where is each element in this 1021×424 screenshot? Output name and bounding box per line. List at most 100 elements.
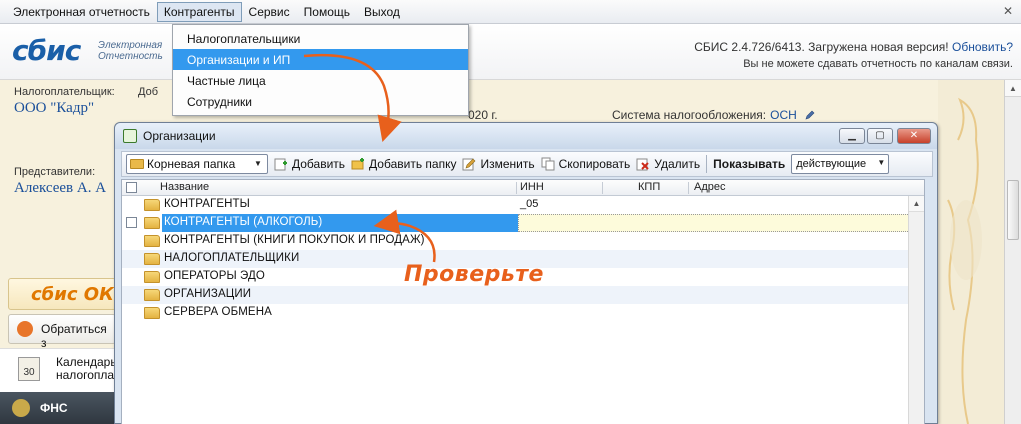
window-title: Организации xyxy=(143,129,216,143)
update-link[interactable]: Обновить? xyxy=(952,40,1013,54)
add-label: Добавить xyxy=(292,157,346,171)
menu-item-organizations[interactable]: Организации и ИП xyxy=(173,49,468,70)
folder-icon xyxy=(144,307,160,319)
row-name: КОНТРАГЕНТЫ (КНИГИ ПОКУПОК И ПРОДАЖ) xyxy=(164,234,425,246)
logo-subtitle-line2: Отчетность xyxy=(98,51,163,62)
header-banner: сбис Электронная Отчетность СБИС 2.4.726… xyxy=(0,24,1021,80)
row-name: НАЛОГОПЛАТЕЛЬЩИКИ xyxy=(164,252,300,264)
folder-icon xyxy=(144,235,160,247)
main-scrollbar[interactable]: ▲ xyxy=(1004,80,1021,424)
row-focus-cell xyxy=(518,214,922,232)
window-toolbar: Корневая папка ▼ Добавить Добавить папку… xyxy=(121,151,933,177)
column-divider[interactable] xyxy=(602,182,603,194)
calendar-label-line1: Календарь xyxy=(56,355,117,369)
column-address[interactable]: Адрес xyxy=(694,181,726,193)
taxpayer-label: Налогоплательщик: xyxy=(14,86,115,98)
menu-electronic-reporting[interactable]: Электронная отчетность xyxy=(6,2,157,22)
add-button[interactable]: Добавить xyxy=(274,154,345,174)
edit-icon xyxy=(462,158,476,171)
calendar-icon: 30 xyxy=(18,357,40,381)
menu-exit[interactable]: Выход xyxy=(357,2,407,22)
menu-help[interactable]: Помощь xyxy=(297,2,357,22)
representatives-label: Представители: xyxy=(14,166,96,178)
show-filter-value: действующие xyxy=(796,158,867,170)
organizations-table: Название ИНН КПП Адрес КОНТРАГЕНТЫ _05 К… xyxy=(121,179,925,424)
maximize-icon[interactable]: ▢ xyxy=(867,128,893,144)
tax-system-label: Система налогообложения: xyxy=(612,108,767,122)
sbis-online-button[interactable]: сбис ОК xyxy=(8,278,116,310)
tax-system-value[interactable]: ОСН xyxy=(770,108,797,122)
menu-item-taxpayers[interactable]: Налогоплательщики xyxy=(173,28,468,49)
menu-item-employees[interactable]: Сотрудники xyxy=(173,91,468,112)
add-folder-label: Добавить папку xyxy=(369,157,457,171)
tax-system: Система налогообложения: ОСН xyxy=(612,108,816,122)
tax-calendar-item[interactable]: 30 Календарь налогопла xyxy=(0,348,118,392)
delete-icon xyxy=(636,158,649,171)
column-inn[interactable]: ИНН xyxy=(520,181,544,193)
copy-icon xyxy=(541,157,555,171)
pencil-icon[interactable] xyxy=(804,109,816,121)
window-close-icon[interactable]: ✕ xyxy=(897,128,931,144)
fns-emblem-icon xyxy=(12,399,30,417)
table-row[interactable]: КОНТРАГЕНТЫ _05 xyxy=(122,196,924,214)
version-text: СБИС 2.4.726/6413. Загружена новая верси… xyxy=(694,40,949,54)
delete-label: Удалить xyxy=(654,157,701,171)
delete-button[interactable]: Удалить xyxy=(636,154,700,174)
column-divider[interactable] xyxy=(688,182,689,194)
table-scrollbar[interactable]: ▲ xyxy=(908,196,924,424)
row-name: ОПЕРАТОРЫ ЭДО xyxy=(164,270,265,282)
logo-subtitle: Электронная Отчетность xyxy=(98,40,163,62)
window-titlebar[interactable]: Организации ▁ ▢ ✕ xyxy=(115,123,937,149)
table-row-selected[interactable]: КОНТРАГЕНТЫ (АЛКОГОЛЬ) xyxy=(122,214,924,232)
folder-icon xyxy=(144,199,160,211)
show-filter-select[interactable]: действующие ▼ xyxy=(791,154,890,174)
menu-item-individuals[interactable]: Частные лица xyxy=(173,70,468,91)
copy-label: Скопировать xyxy=(558,157,631,171)
channel-warning: Вы не можете сдавать отчетность по канал… xyxy=(743,58,1013,70)
mannequin-illustration xyxy=(947,97,982,424)
column-name[interactable]: Название xyxy=(160,181,209,193)
table-header: Название ИНН КПП Адрес xyxy=(122,180,924,196)
version-info: СБИС 2.4.726/6413. Загружена новая верси… xyxy=(694,40,1013,54)
copy-button[interactable]: Скопировать xyxy=(541,154,631,174)
menu-counterparties[interactable]: Контрагенты xyxy=(156,1,242,22)
row-name: СЕРВЕРА ОБМЕНА xyxy=(164,306,272,318)
callout-check: Проверьте xyxy=(404,262,544,287)
contact-support-button[interactable]: Обратиться з xyxy=(8,314,116,350)
chevron-down-icon[interactable]: ▼ xyxy=(877,158,885,167)
folder-icon xyxy=(144,271,160,283)
scroll-up-icon[interactable]: ▲ xyxy=(1005,80,1021,97)
table-row[interactable]: ОРГАНИЗАЦИИ xyxy=(122,286,924,304)
fns-label: ФНС xyxy=(40,401,68,415)
select-all-checkbox[interactable] xyxy=(126,182,137,193)
chevron-down-icon[interactable]: ▼ xyxy=(251,157,265,171)
edit-button[interactable]: Изменить xyxy=(462,154,535,174)
add-icon xyxy=(274,158,287,171)
row-checkbox[interactable] xyxy=(126,217,137,228)
period-text: 020 г. xyxy=(468,108,498,122)
close-icon[interactable]: ✕ xyxy=(1001,4,1015,18)
scroll-thumb[interactable] xyxy=(1007,180,1019,240)
column-divider[interactable] xyxy=(516,182,517,194)
menu-service[interactable]: Сервис xyxy=(242,2,297,22)
menubar: Электронная отчетность Контрагенты Серви… xyxy=(0,0,1021,24)
sbis-logo: сбис xyxy=(12,34,81,67)
add-folder-button[interactable]: Добавить папку xyxy=(351,154,456,174)
edit-label: Изменить xyxy=(480,157,535,171)
table-row[interactable]: СЕРВЕРА ОБМЕНА xyxy=(122,304,924,322)
scroll-up-icon[interactable]: ▲ xyxy=(909,196,924,212)
minimize-icon[interactable]: ▁ xyxy=(839,128,865,144)
calendar-label-line2: налогопла xyxy=(56,368,115,382)
folder-icon xyxy=(144,217,160,229)
window-app-icon xyxy=(123,129,137,143)
representative-name[interactable]: Алексеев А. А xyxy=(14,180,106,197)
folder-select[interactable]: Корневая папка ▼ xyxy=(126,154,268,174)
taxpayer-tab-label[interactable]: Доб xyxy=(138,86,158,98)
taxpayer-name[interactable]: ООО "Кадр" xyxy=(14,100,94,117)
decorative-figure xyxy=(938,80,1004,424)
column-kpp[interactable]: КПП xyxy=(638,181,660,193)
fns-item[interactable]: ФНС xyxy=(0,392,118,424)
add-folder-icon xyxy=(351,158,365,170)
table-row[interactable]: КОНТРАГЕНТЫ (КНИГИ ПОКУПОК И ПРОДАЖ) xyxy=(122,232,924,250)
row-inn: _05 xyxy=(520,198,539,210)
